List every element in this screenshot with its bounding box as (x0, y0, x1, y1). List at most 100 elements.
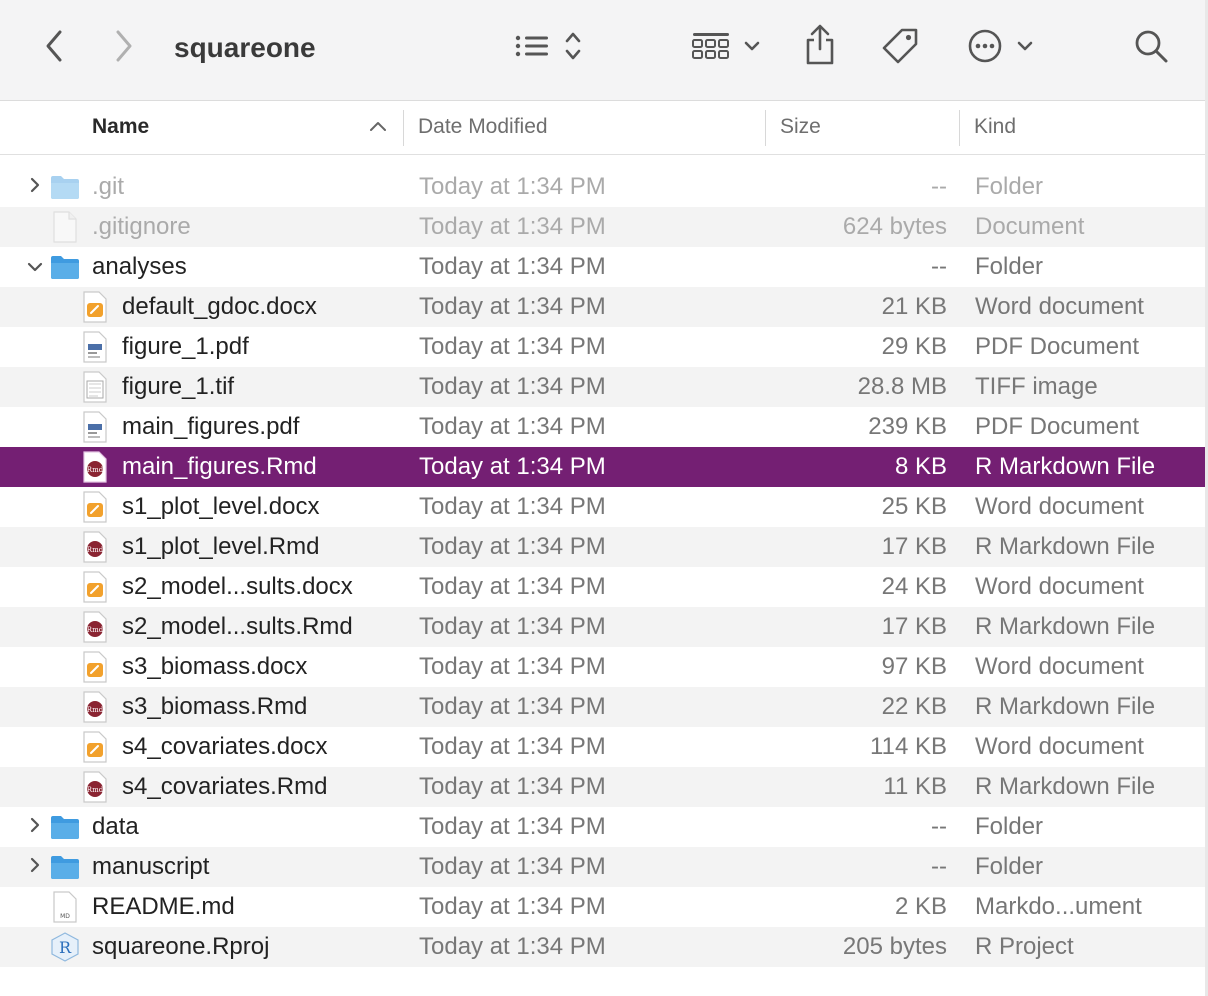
ellipsis-circle-icon (963, 26, 1037, 71)
file-row[interactable]: main_figures.pdf Today at 1:34 PM 239 KB PD… (0, 407, 1208, 447)
file-size: 624 bytes (842, 213, 947, 240)
file-name: data (92, 813, 139, 840)
svg-text:R: R (59, 938, 72, 957)
file-row[interactable]: .git Today at 1:34 PM -- Folder (0, 167, 1208, 207)
file-row[interactable]: s1_plot_level.docx Today at 1:34 PM 25 KB W… (0, 487, 1208, 527)
file-kind: Word document (975, 293, 1144, 320)
file-row[interactable]: MD README.md Today at 1:34 PM 2 KB Markdo...… (0, 887, 1208, 927)
file-row[interactable]: default_gdoc.docx Today at 1:34 PM 21 KB Wo… (0, 287, 1208, 327)
file-name: .git (92, 173, 125, 200)
file-row[interactable]: s4_covariates.docx Today at 1:34 PM 114 KB… (0, 727, 1208, 767)
file-name: s4_covariates.docx (122, 733, 328, 760)
column-separator[interactable] (765, 110, 766, 146)
tag-button[interactable] (878, 26, 922, 70)
column-header-size[interactable]: Size (780, 101, 821, 154)
file-kind: PDF Document (975, 333, 1140, 360)
file-row[interactable]: manuscript Today at 1:34 PM -- Folder (0, 847, 1208, 887)
date-modified: Today at 1:34 PM (419, 653, 606, 680)
file-name: manuscript (92, 853, 210, 880)
folder-icon (49, 251, 81, 283)
file-kind: Folder (975, 173, 1044, 200)
file-row[interactable]: .gitignore Today at 1:34 PM 624 bytes Docum… (0, 207, 1208, 247)
date-modified: Today at 1:34 PM (419, 613, 606, 640)
date-modified: Today at 1:34 PM (419, 453, 606, 480)
file-size: 17 KB (881, 533, 947, 560)
date-modified: Today at 1:34 PM (419, 693, 606, 720)
file-size: -- (931, 253, 947, 280)
date-modified: Today at 1:34 PM (419, 413, 606, 440)
window-title: squareone (174, 32, 316, 63)
word-doc-icon (79, 731, 111, 763)
file-size: -- (931, 853, 947, 880)
pdf-icon (79, 411, 111, 443)
date-modified: Today at 1:34 PM (419, 893, 606, 920)
group-by-button[interactable] (688, 28, 764, 68)
sort-ascending-button[interactable] (368, 116, 388, 140)
svg-text:Rmd: Rmd (87, 546, 104, 554)
file-kind: Markdo...ument (975, 893, 1142, 920)
date-modified: Today at 1:34 PM (419, 293, 606, 320)
disclosure-collapsed-button[interactable] (26, 807, 44, 847)
file-row[interactable]: figure_1.pdf Today at 1:34 PM 29 KB PDF Doc… (0, 327, 1208, 367)
column-separator[interactable] (403, 110, 404, 146)
document-icon (49, 211, 81, 243)
file-row[interactable]: Rmd s4_covariates.Rmd Today at 1:34 PM 11 K… (0, 767, 1208, 807)
svg-text:Rmd: Rmd (87, 786, 104, 794)
file-row[interactable]: Rsquareone.Rproj Today at 1:34 PM 205 byte… (0, 927, 1208, 967)
column-header-kind[interactable]: Kind (974, 101, 1016, 154)
date-modified: Today at 1:34 PM (419, 173, 606, 200)
search-button[interactable] (1130, 26, 1172, 70)
file-row[interactable]: data Today at 1:34 PM -- Folder (0, 807, 1208, 847)
share-button[interactable] (800, 24, 840, 70)
finder-window: squareone Name Date Modified Size Kind .… (0, 0, 1208, 996)
more-actions-button[interactable] (962, 26, 1038, 70)
file-row[interactable]: Rmd s1_plot_level.Rmd Today at 1:34 PM 17 K… (0, 527, 1208, 567)
file-row[interactable]: analyses Today at 1:34 PM -- Folder (0, 247, 1208, 287)
file-name: main_figures.Rmd (122, 453, 317, 480)
date-modified: Today at 1:34 PM (419, 253, 606, 280)
view-options-button[interactable] (508, 28, 588, 68)
back-button[interactable] (38, 28, 70, 68)
rproj-icon: R (49, 931, 81, 963)
file-row[interactable]: s2_model...sults.docx Today at 1:34 PM 24 … (0, 567, 1208, 607)
column-header-name[interactable]: Name (92, 101, 149, 154)
disclosure-collapsed-button[interactable] (26, 847, 44, 887)
column-header: Name Date Modified Size Kind (0, 101, 1208, 155)
file-kind: Word document (975, 573, 1144, 600)
file-size: 205 bytes (842, 933, 947, 960)
file-list: .git Today at 1:34 PM -- Folder .gitignore To… (0, 167, 1208, 967)
rmd-icon: Rmd (79, 611, 111, 643)
forward-button[interactable] (108, 28, 140, 68)
svg-text:Rmd: Rmd (87, 626, 104, 634)
rmd-icon: Rmd (79, 531, 111, 563)
file-size: 2 KB (894, 893, 947, 920)
file-kind: PDF Document (975, 413, 1140, 440)
file-kind: R Markdown File (975, 453, 1156, 480)
file-row[interactable]: Rmd s2_model...sults.Rmd Today at 1:34 PM 1… (0, 607, 1208, 647)
file-row[interactable]: Rmd s3_biomass.Rmd Today at 1:34 PM 22 KB R … (0, 687, 1208, 727)
file-name: main_figures.pdf (122, 413, 300, 440)
file-name: README.md (92, 893, 235, 920)
file-name: default_gdoc.docx (122, 293, 317, 320)
file-row[interactable]: figure_1.tif Today at 1:34 PM 28.8 MB TIFF … (0, 367, 1208, 407)
file-size: 25 KB (881, 493, 947, 520)
file-kind: TIFF image (975, 373, 1098, 400)
date-modified: Today at 1:34 PM (419, 733, 606, 760)
file-size: 24 KB (881, 573, 947, 600)
file-size: 239 KB (868, 413, 947, 440)
file-size: -- (931, 173, 947, 200)
file-row[interactable]: s3_biomass.docx Today at 1:34 PM 97 KB Word… (0, 647, 1208, 687)
word-doc-icon (79, 571, 111, 603)
disclosure-collapsed-button[interactable] (26, 167, 44, 207)
file-size: 28.8 MB (857, 373, 947, 400)
column-header-date[interactable]: Date Modified (418, 101, 548, 154)
file-name: .gitignore (92, 213, 191, 240)
rmd-icon: Rmd (79, 771, 111, 803)
chevron-up-icon (369, 119, 387, 137)
file-row[interactable]: Rmd main_figures.Rmd Today at 1:34 PM 8 KB R… (0, 447, 1208, 487)
file-size: 22 KB (881, 693, 947, 720)
disclosure-expanded-button[interactable] (26, 247, 44, 287)
column-separator[interactable] (959, 110, 960, 146)
chevron-left-icon (44, 29, 64, 68)
file-name: s4_covariates.Rmd (122, 773, 328, 800)
